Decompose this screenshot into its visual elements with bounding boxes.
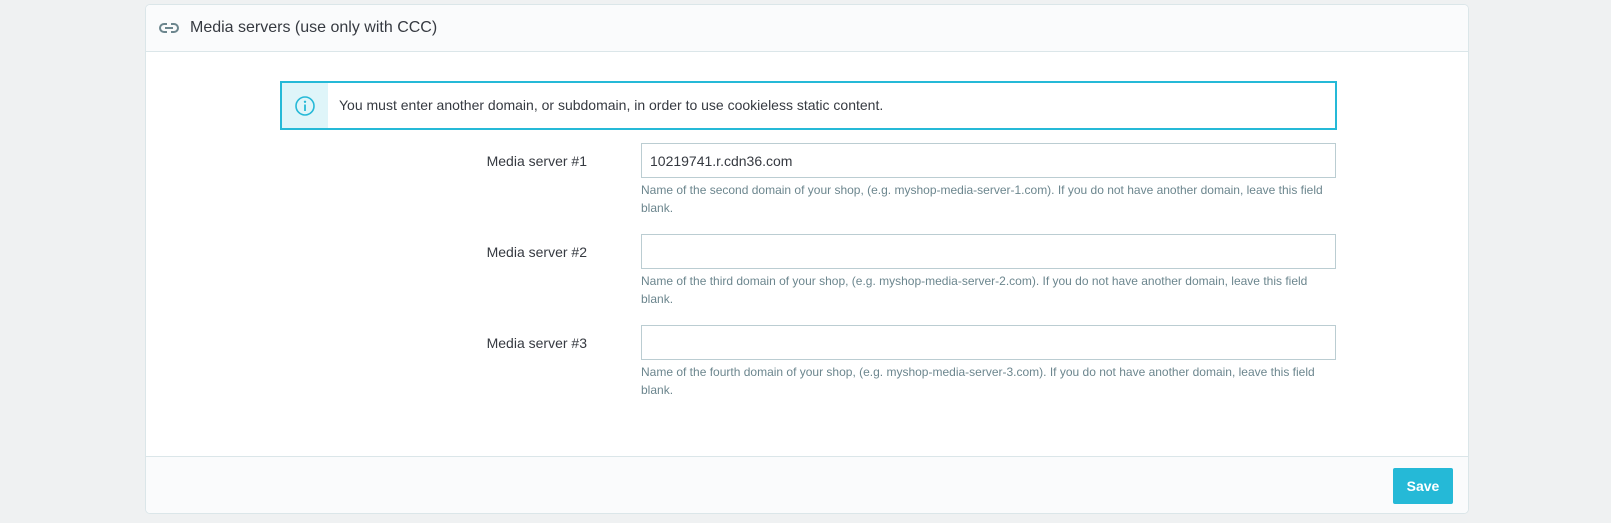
media-server-2-input[interactable] [641, 234, 1336, 269]
alert-message: You must enter another domain, or subdom… [339, 97, 884, 113]
panel-footer: Save [146, 456, 1468, 513]
panel-title: Media servers (use only with CCC) [190, 19, 438, 36]
info-alert: You must enter another domain, or subdom… [280, 81, 1337, 130]
media-server-1-help: Name of the second domain of your shop, … [641, 183, 1323, 215]
link-icon [158, 18, 180, 38]
media-server-2-label: Media server #2 [486, 244, 587, 260]
media-server-2-help: Name of the third domain of your shop, (… [641, 274, 1308, 306]
media-server-3-label: Media server #3 [486, 335, 587, 351]
panel-heading: Media servers (use only with CCC) [146, 5, 1468, 52]
media-server-1-input[interactable] [641, 143, 1336, 178]
media-servers-panel: Media servers (use only with CCC) You mu… [145, 4, 1469, 514]
media-server-3-input[interactable] [641, 325, 1336, 360]
save-button[interactable]: Save [1393, 468, 1453, 504]
media-server-1-label: Media server #1 [486, 153, 587, 169]
info-icon [282, 83, 328, 128]
media-server-3-help: Name of the fourth domain of your shop, … [641, 365, 1315, 397]
